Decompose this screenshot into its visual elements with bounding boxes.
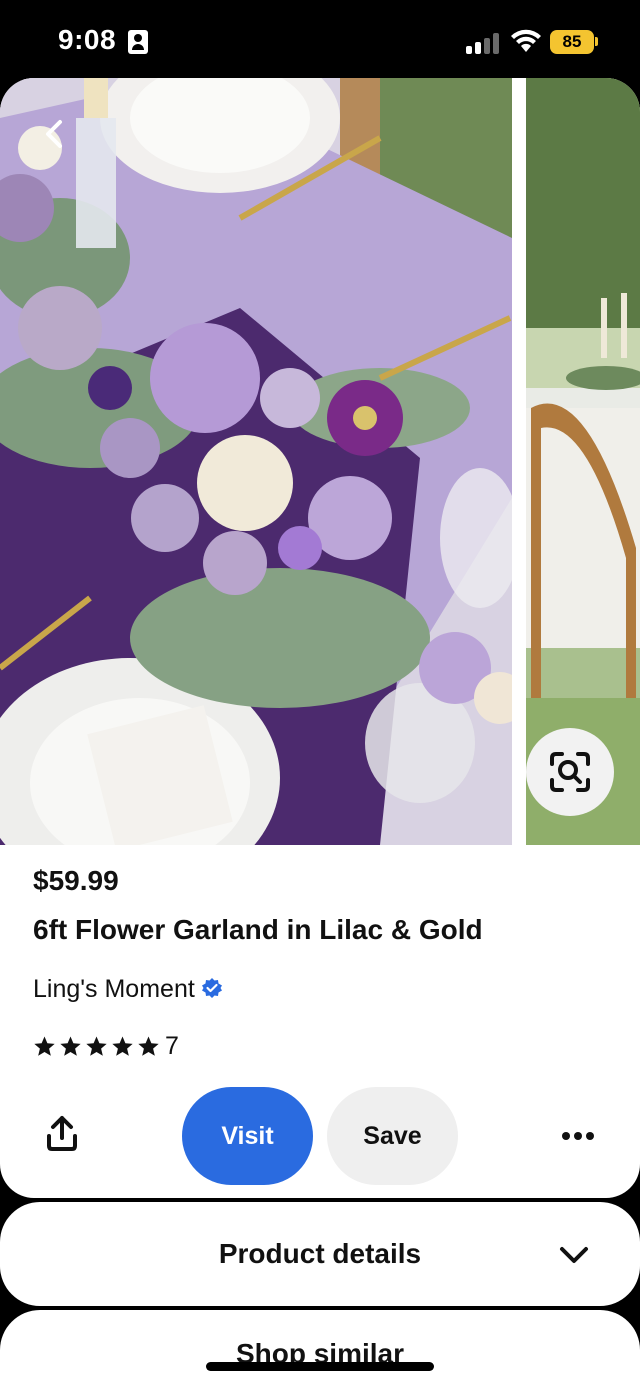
star-icon xyxy=(86,1035,107,1056)
star-icon xyxy=(138,1035,159,1056)
chevron-down-icon xyxy=(560,1247,588,1263)
product-image[interactable] xyxy=(0,78,512,845)
product-image-illustration xyxy=(0,78,512,845)
more-options-icon[interactable] xyxy=(556,1118,600,1154)
product-details-label: Product details xyxy=(218,1238,422,1269)
wifi-icon xyxy=(511,29,541,52)
verified-badge-icon xyxy=(201,978,222,999)
star-icon xyxy=(60,1035,81,1056)
visual-search-icon xyxy=(550,752,590,792)
visit-button[interactable]: Visit xyxy=(182,1087,313,1185)
home-indicator[interactable] xyxy=(206,1362,434,1371)
back-chevron-icon[interactable] xyxy=(36,116,72,152)
rating-count: 7 xyxy=(165,1031,179,1060)
product-title: 6ft Flower Garland in Lilac & Gold xyxy=(33,914,483,945)
share-icon[interactable] xyxy=(42,1114,82,1154)
product-price: $59.99 xyxy=(33,865,119,896)
product-details-section[interactable]: Product details xyxy=(0,1202,640,1306)
battery-indicator: 85 xyxy=(550,30,594,54)
visual-search-button[interactable] xyxy=(526,728,614,816)
contact-card-icon xyxy=(128,30,148,54)
rating-row[interactable]: 7 xyxy=(33,1032,179,1060)
battery-tip xyxy=(595,37,598,46)
star-icon xyxy=(34,1035,55,1056)
cellular-signal-icon xyxy=(466,32,500,54)
seller-name-label: Ling's Moment xyxy=(33,975,195,1003)
shop-similar-section[interactable]: Shop similar xyxy=(0,1310,640,1400)
save-button[interactable]: Save xyxy=(327,1087,458,1185)
product-card: $59.99 6ft Flower Garland in Lilac & Gol… xyxy=(0,78,640,1198)
status-bar: 9:08 85 xyxy=(0,0,640,80)
seller-name[interactable]: Ling's Moment xyxy=(33,975,223,1004)
star-icon xyxy=(112,1035,133,1056)
status-time: 9:08 xyxy=(58,24,117,55)
